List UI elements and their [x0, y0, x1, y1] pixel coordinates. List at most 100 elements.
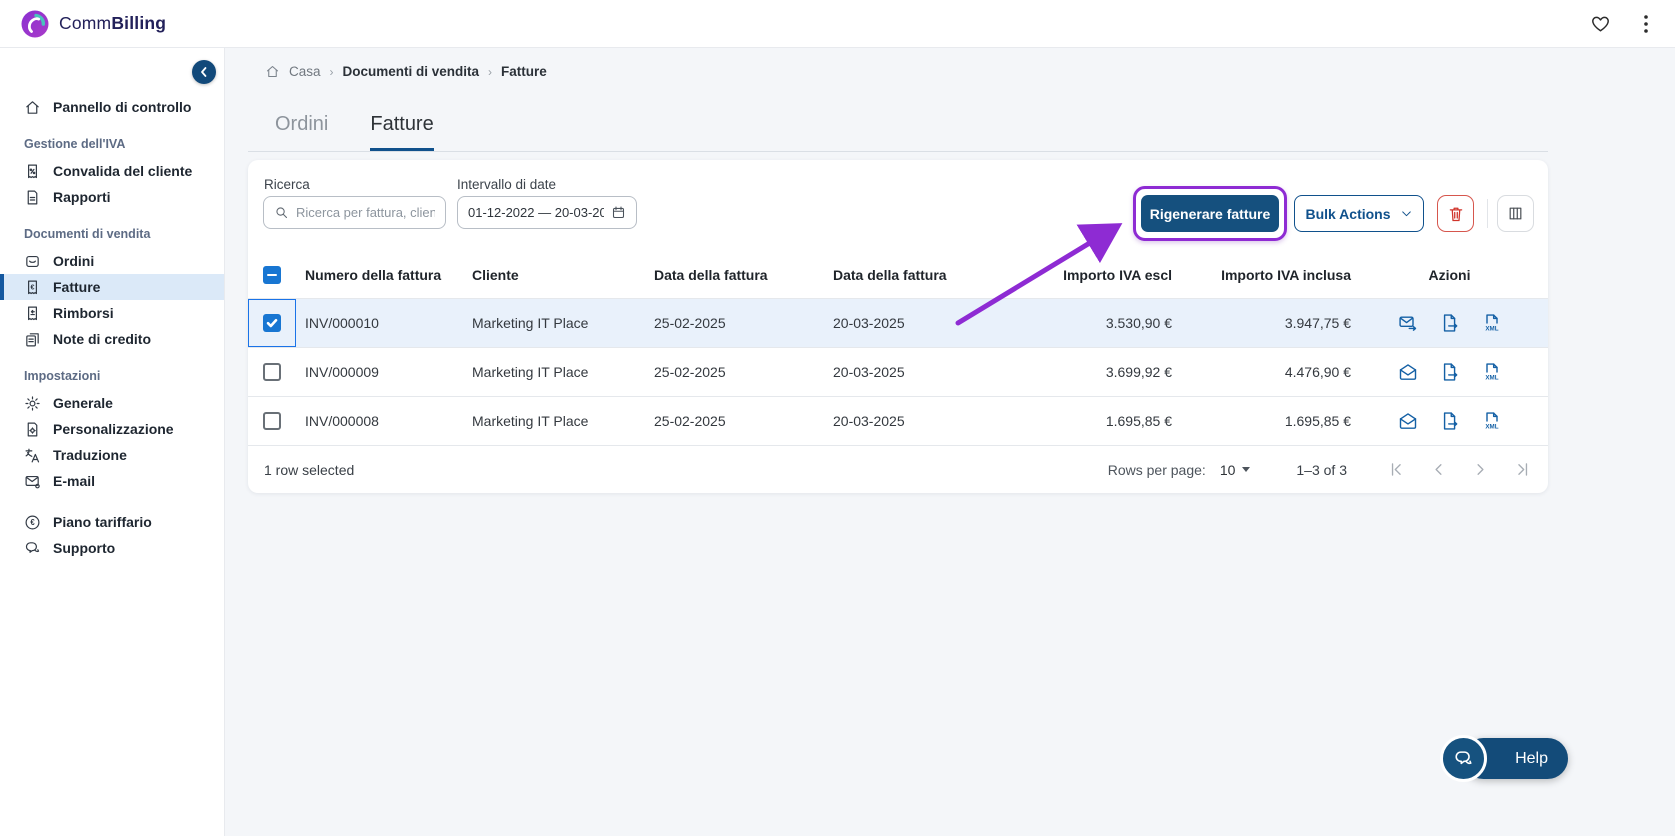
send-email-icon[interactable] — [1398, 313, 1418, 333]
date-range-field[interactable]: 01-12-2022 — 20-03-202 — [457, 196, 637, 229]
table-header-row: Numero della fattura Cliente Data della … — [248, 252, 1548, 298]
sidebar-item-label: Note di credito — [53, 331, 152, 347]
row-checkbox[interactable] — [263, 363, 281, 381]
credit-note-icon — [24, 331, 41, 348]
download-xml-icon[interactable]: XML — [1482, 362, 1502, 382]
sidebar-item-ordini[interactable]: Ordini — [0, 248, 224, 274]
open-email-icon[interactable] — [1398, 411, 1418, 431]
delete-button[interactable] — [1437, 195, 1474, 232]
sidebar-item-personalizzazione[interactable]: Personalizzazione — [0, 416, 224, 442]
sidebar-item-traduzione[interactable]: Traduzione — [0, 442, 224, 468]
invoices-panel: Ricerca Intervallo di date 01-12-2022 — … — [248, 160, 1548, 493]
sidebar-item-supporto[interactable]: Supporto — [0, 535, 224, 561]
favorites-heart-icon[interactable] — [1590, 13, 1611, 34]
sidebar-item-email[interactable]: E-mail — [0, 468, 224, 494]
cell-due-date: 20-03-2025 — [833, 364, 905, 380]
sidebar-collapse-button[interactable] — [192, 60, 216, 84]
sidebar-item-label: Rapporti — [53, 189, 111, 205]
sidebar-section-gestione-iva: Gestione dell'IVA — [24, 137, 126, 151]
more-options-kebab-icon[interactable] — [1637, 13, 1655, 35]
first-page-icon[interactable] — [1387, 460, 1406, 479]
cell-invoice-number: INV/000008 — [305, 413, 379, 429]
sidebar-item-pannello-di-controllo[interactable]: Pannello di controllo — [0, 94, 224, 120]
svg-text:XML: XML — [1485, 326, 1498, 333]
column-header[interactable]: Importo IVA inclusa — [1172, 267, 1351, 283]
sidebar-item-label: Pannello di controllo — [53, 99, 192, 115]
help-button[interactable]: Help — [1440, 735, 1568, 782]
chevron-left-icon — [201, 67, 207, 77]
tab-fatture[interactable]: Fatture — [370, 113, 434, 151]
selection-status: 1 row selected — [264, 461, 355, 478]
table-row[interactable]: INV/000008 Marketing IT Place 25-02-2025… — [248, 396, 1548, 445]
table-row[interactable]: INV/000009 Marketing IT Place 25-02-2025… — [248, 347, 1548, 396]
inbox-icon — [24, 253, 41, 270]
sidebar-item-rapporti[interactable]: Rapporti — [0, 184, 224, 210]
calendar-icon[interactable] — [611, 205, 626, 220]
search-field[interactable] — [263, 196, 446, 229]
euro-circle-icon: € — [24, 514, 41, 531]
sidebar-item-rimborsi[interactable]: Rimborsi — [0, 300, 224, 326]
sidebar-item-convalida-del-cliente[interactable]: Convalida del cliente — [0, 158, 224, 184]
columns-icon — [1507, 205, 1524, 222]
last-page-icon[interactable] — [1513, 460, 1532, 479]
download-xml-icon[interactable]: XML — [1482, 313, 1502, 333]
chat-icon — [24, 540, 41, 557]
select-all-checkbox[interactable] — [263, 266, 281, 284]
column-header[interactable]: Data della fattura — [833, 267, 1013, 283]
sidebar-item-generale[interactable]: Generale — [0, 390, 224, 416]
row-checkbox[interactable] — [263, 412, 281, 430]
cell-amount-incl: 4.476,90 € — [1284, 364, 1351, 380]
svg-text:XML: XML — [1485, 424, 1498, 431]
export-document-icon[interactable] — [1440, 362, 1460, 382]
row-checkbox[interactable] — [263, 314, 281, 332]
cell-client: Marketing IT Place — [472, 315, 589, 331]
sidebar-item-label: Ordini — [53, 253, 95, 269]
column-settings-button[interactable] — [1497, 195, 1534, 232]
column-header[interactable]: Numero della fattura — [296, 267, 472, 283]
home-icon[interactable] — [265, 64, 280, 79]
export-document-icon[interactable] — [1440, 313, 1460, 333]
sidebar: Pannello di controllo Gestione dell'IVA … — [0, 48, 225, 836]
tab-ordini[interactable]: Ordini — [275, 113, 328, 151]
annotation-highlight-ring: Rigenerare fatture — [1133, 186, 1287, 241]
date-range-label: Intervallo di date — [457, 177, 557, 192]
cell-actions: XML — [1351, 313, 1548, 333]
export-document-icon[interactable] — [1440, 411, 1460, 431]
open-email-icon[interactable] — [1398, 362, 1418, 382]
sidebar-item-label: Convalida del cliente — [53, 163, 193, 179]
download-xml-icon[interactable]: XML — [1482, 411, 1502, 431]
cell-amount-excl: 1.695,85 € — [1105, 413, 1172, 429]
previous-page-icon[interactable] — [1429, 460, 1448, 479]
svg-text:€: € — [31, 283, 35, 291]
sidebar-item-label: Rimborsi — [53, 305, 114, 321]
cell-amount-excl: 3.530,90 € — [1105, 315, 1172, 331]
sidebar-item-piano-tariffario[interactable]: € Piano tariffario — [0, 509, 224, 535]
header-checkbox-cell — [248, 252, 296, 298]
next-page-icon[interactable] — [1471, 460, 1490, 479]
sidebar-item-label: Supporto — [53, 540, 116, 556]
translate-icon — [24, 447, 41, 464]
svg-text:XML: XML — [1485, 375, 1498, 382]
search-input[interactable] — [296, 205, 435, 220]
column-header[interactable]: Data della fattura — [654, 267, 833, 283]
column-header: Azioni — [1428, 267, 1471, 283]
regenerate-invoices-button[interactable]: Rigenerare fatture — [1141, 195, 1279, 232]
bulk-actions-button[interactable]: Bulk Actions — [1294, 195, 1424, 232]
document-gear-icon — [24, 421, 41, 438]
table-row[interactable]: INV/000010 Marketing IT Place 25-02-2025… — [248, 298, 1548, 347]
search-label: Ricerca — [264, 177, 310, 192]
breadcrumb-item-casa[interactable]: Casa — [289, 64, 321, 79]
document-icon — [24, 189, 41, 206]
column-header[interactable]: Cliente — [472, 267, 654, 283]
app-header: CommBilling — [0, 0, 1675, 48]
breadcrumb-item-fatture: Fatture — [501, 64, 547, 79]
sidebar-item-note-di-credito[interactable]: Note di credito — [0, 326, 224, 352]
column-header[interactable]: Importo IVA escl — [1013, 267, 1172, 283]
rows-per-page-select[interactable]: 10 — [1220, 462, 1251, 478]
sidebar-section-documenti-di-vendita: Documenti di vendita — [24, 227, 151, 241]
sidebar-item-label: Piano tariffario — [53, 514, 152, 530]
breadcrumb-item-documenti[interactable]: Documenti di vendita — [343, 64, 480, 79]
brand-logo[interactable]: CommBilling — [20, 9, 166, 39]
caret-down-icon — [1242, 467, 1251, 472]
sidebar-item-fatture[interactable]: € Fatture — [0, 274, 224, 300]
